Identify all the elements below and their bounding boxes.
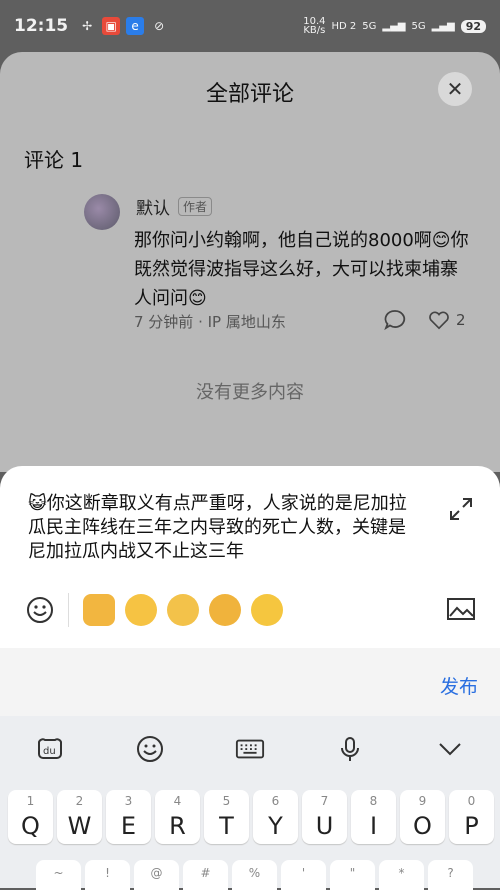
emoji-divider [68, 593, 69, 627]
key-t[interactable]: 5T [204, 790, 249, 844]
expand-icon[interactable] [448, 496, 474, 522]
key-row2-5[interactable]: ' [281, 860, 326, 890]
key-row2-6[interactable]: " [330, 860, 375, 890]
comment-composer: 😺你这断章取义有点严重呀，人家说的是尼加拉瓜民主阵线在三年之内导致的死亡人数，关… [0, 466, 500, 716]
key-number: 2 [75, 794, 84, 808]
key-u[interactable]: 7U [302, 790, 347, 844]
key-r[interactable]: 4R [155, 790, 200, 844]
microphone-icon[interactable] [335, 734, 365, 764]
key-number: 4 [173, 794, 182, 808]
keyboard-icon[interactable] [235, 734, 265, 764]
network-speed: 10.4 KB/s [303, 17, 326, 36]
key-i[interactable]: 8I [351, 790, 396, 844]
key-row2-3[interactable]: # [183, 860, 228, 890]
comment-author: 默认 作者 [136, 194, 213, 219]
key-letter: E [120, 812, 137, 840]
key-row2-4[interactable]: % [232, 860, 277, 890]
reply-icon[interactable] [384, 309, 406, 331]
key-letter: U [315, 812, 334, 840]
key-row2-0[interactable]: ~ [36, 860, 81, 890]
key-number: 5 [222, 794, 231, 808]
no-more-content: 没有更多内容 [196, 382, 304, 403]
love-emoji[interactable] [167, 594, 199, 626]
keyboard-toolbar: du [0, 716, 500, 782]
comments-sheet: 全部评论 ✕ 评论 1 默认 作者 那你问小约翰啊，他自己说的8000啊😊你既然… [0, 52, 500, 472]
key-number: 3 [124, 794, 133, 808]
cat-emoji[interactable] [83, 594, 115, 626]
smiley-icon [27, 597, 53, 623]
key-letter: T [219, 812, 234, 840]
key-letter: I [369, 812, 378, 840]
key-number: 1 [26, 794, 35, 808]
key-row-1: 1Q2W3E4R5T6Y7U8I9O0P [8, 790, 494, 844]
du-logo-icon[interactable]: du [35, 734, 65, 764]
emoji-icon[interactable] [135, 734, 165, 764]
status-time: 12:15 [14, 16, 69, 36]
author-name[interactable]: 默认 [136, 194, 170, 219]
status-right: 10.4 KB/s HD 2 5G ▂▄▆ 5G ▂▄▆ 92 [303, 17, 486, 36]
key-w[interactable]: 2W [57, 790, 102, 844]
comment-text[interactable]: 那你问小约翰啊，他自己说的8000啊😊你既然觉得波指导这么好，大可以找柬埔寨人问… [134, 226, 474, 313]
publish-button[interactable]: 发布 [440, 672, 478, 699]
app-red-icon: ▣ [102, 17, 121, 35]
hd-indicator: HD 2 [331, 20, 357, 32]
key-o[interactable]: 9O [400, 790, 445, 844]
sheet-title: 全部评论 [205, 82, 294, 107]
chevron-down-icon[interactable] [435, 734, 465, 764]
avatar[interactable] [84, 194, 120, 230]
app-blue-icon: e [126, 17, 145, 35]
comment-meta: 7 分钟前 · IP 属地山东 [134, 313, 286, 331]
blush-emoji[interactable] [125, 594, 157, 626]
key-q[interactable]: 1Q [8, 790, 53, 844]
key-number: 6 [271, 794, 280, 808]
speed-unit: KB/s [303, 25, 326, 36]
composer-footer [0, 648, 500, 716]
signal-bars-icon: ▂▄▆ [382, 20, 406, 32]
key-letter: Q [21, 812, 40, 840]
key-row2-7[interactable]: * [379, 860, 424, 890]
signal-2: 5G [411, 20, 426, 32]
key-row2-8[interactable]: ? [428, 860, 473, 890]
like-count: 2 [456, 311, 466, 329]
close-button[interactable]: ✕ [438, 72, 472, 106]
key-letter: P [464, 812, 479, 840]
key-letter: Y [268, 812, 283, 840]
emoji-bar [24, 590, 293, 630]
image-icon[interactable] [446, 596, 476, 622]
emoji-keyboard-button[interactable] [24, 594, 56, 626]
key-letter: R [169, 812, 186, 840]
author-tag: 作者 [178, 197, 213, 216]
heart-icon[interactable] [428, 310, 450, 330]
battery-level: 92 [460, 19, 486, 33]
comment-input[interactable]: 😺你这断章取义有点严重呀，人家说的是尼加拉瓜民主阵线在三年之内导致的死亡人数，关… [28, 492, 418, 564]
signal-1: 5G [362, 20, 377, 32]
laugh-cry-emoji[interactable] [251, 594, 283, 626]
key-row-2: ~! @ #% ' " *? [36, 860, 473, 890]
svg-text:du: du [43, 746, 56, 757]
key-number: 8 [369, 794, 378, 808]
key-letter: O [413, 812, 432, 840]
comment-count: 评论 1 [24, 148, 84, 172]
key-number: 9 [418, 794, 427, 808]
close-icon: ✕ [446, 77, 464, 101]
fan-icon: ✢ [82, 19, 93, 33]
key-row2-1[interactable]: ! [85, 860, 130, 890]
key-y[interactable]: 6Y [253, 790, 298, 844]
shy-emoji[interactable] [209, 594, 241, 626]
key-number: 0 [467, 794, 476, 808]
signal-bars-icon-2: ▂▄▆ [431, 20, 455, 32]
key-e[interactable]: 3E [106, 790, 151, 844]
key-number: 7 [320, 794, 329, 808]
link-icon: ⊘ [154, 19, 165, 33]
key-letter: W [67, 812, 92, 840]
key-p[interactable]: 0P [449, 790, 494, 844]
key-row2-2[interactable]: @ [134, 860, 179, 890]
status-bar: 12:15 ✢ ▣ e ⊘ 10.4 KB/s HD 2 5G ▂▄▆ 5G ▂… [0, 0, 500, 52]
